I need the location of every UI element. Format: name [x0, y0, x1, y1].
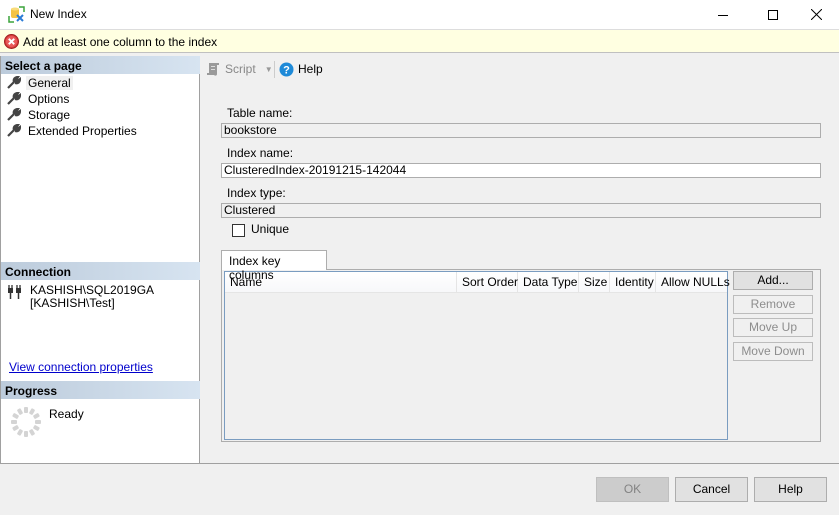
- index-type-label: Index type:: [227, 186, 286, 200]
- add-column-button[interactable]: Add...: [733, 271, 813, 290]
- close-button[interactable]: [793, 0, 839, 29]
- help-button[interactable]: Help: [754, 477, 827, 502]
- index-name-label: Index name:: [227, 146, 294, 160]
- close-icon: [810, 9, 822, 20]
- toolbar-separator: [274, 61, 275, 78]
- script-label: Script: [225, 62, 256, 76]
- help-icon: ?: [279, 62, 294, 76]
- new-index-app-icon: [8, 6, 25, 23]
- toolbar: Script ▼ ? Help: [201, 56, 839, 82]
- column-header-sort-order[interactable]: Sort Order: [457, 272, 518, 293]
- footer-divider: [0, 463, 839, 464]
- connection-plug-icon: [8, 285, 21, 299]
- column-header-allow-nulls[interactable]: Allow NULLs: [656, 272, 730, 293]
- sidebar-item-storage[interactable]: Storage: [7, 107, 72, 123]
- script-icon: [207, 63, 219, 76]
- wrench-icon: [7, 76, 21, 89]
- sidebar-item-extended-properties[interactable]: Extended Properties: [7, 123, 139, 139]
- error-banner: Add at least one column to the index: [0, 29, 839, 53]
- unique-label: Unique: [251, 222, 290, 236]
- grid-header: Name Sort Order Data Type Size Identity …: [225, 272, 730, 293]
- progress-spinner-icon: [11, 407, 41, 437]
- minimize-icon: [718, 14, 728, 16]
- sidebar-item-label: Options: [28, 92, 70, 106]
- connection-header: Connection: [1, 262, 200, 280]
- maximize-button[interactable]: [750, 0, 796, 29]
- remove-column-button[interactable]: Remove: [733, 295, 813, 314]
- progress-header: Progress: [1, 381, 200, 399]
- chevron-down-icon[interactable]: ▼: [265, 65, 273, 74]
- move-down-button[interactable]: Move Down: [733, 342, 813, 361]
- table-name-label: Table name:: [227, 106, 293, 120]
- wrench-icon: [7, 124, 21, 137]
- unique-checkbox[interactable]: [232, 224, 245, 237]
- table-name-field: bookstore: [221, 123, 821, 138]
- move-up-button[interactable]: Move Up: [733, 318, 813, 337]
- view-connection-properties-link[interactable]: View connection properties: [9, 360, 153, 374]
- sidebar-item-general[interactable]: General: [7, 75, 73, 91]
- connection-info: KASHISH\SQL2019GA [KASHISH\Test]: [7, 284, 154, 310]
- sidebar-item-options[interactable]: Options: [7, 91, 71, 107]
- select-page-header: Select a page: [1, 56, 200, 74]
- error-message: Add at least one column to the index: [23, 35, 218, 49]
- sidebar-item-label: Extended Properties: [28, 124, 137, 138]
- help-label: Help: [298, 62, 323, 76]
- ok-button[interactable]: OK: [596, 477, 669, 502]
- svg-text:?: ?: [283, 64, 290, 76]
- error-icon: [4, 34, 19, 49]
- connection-user: [KASHISH\Test]: [30, 296, 115, 310]
- index-name-input[interactable]: ClusteredIndex-20191215-142044: [221, 163, 821, 178]
- sidebar-item-label: General: [26, 76, 73, 90]
- column-header-data-type[interactable]: Data Type: [518, 272, 579, 293]
- progress-status: Ready: [49, 407, 84, 421]
- column-header-size[interactable]: Size: [579, 272, 610, 293]
- cancel-button[interactable]: Cancel: [675, 477, 748, 502]
- script-button[interactable]: Script ▼: [205, 60, 273, 78]
- column-header-identity[interactable]: Identity: [610, 272, 656, 293]
- window-title: New Index: [30, 7, 87, 21]
- minimize-button[interactable]: [700, 0, 746, 29]
- wrench-icon: [7, 92, 21, 105]
- key-columns-grid[interactable]: Name Sort Order Data Type Size Identity …: [224, 271, 730, 440]
- tab-index-key-columns[interactable]: Index key columns: [221, 250, 327, 282]
- title-bar: New Index: [0, 0, 839, 29]
- help-toolbar-button[interactable]: ? Help: [279, 60, 323, 78]
- maximize-icon: [768, 9, 778, 20]
- index-type-field: Clustered: [221, 203, 821, 218]
- wrench-icon: [7, 108, 21, 121]
- sidebar-item-label: Storage: [28, 108, 71, 122]
- sidebar: Select a page General Options Storage Ex…: [0, 56, 200, 464]
